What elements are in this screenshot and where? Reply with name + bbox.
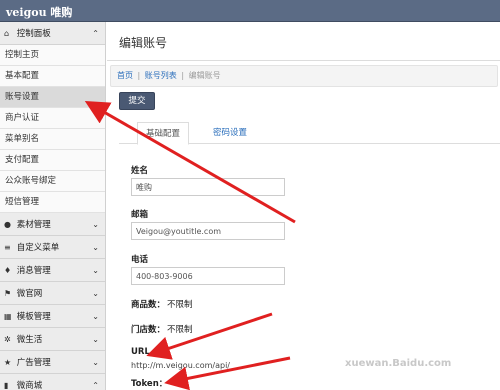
watermark: xuewan.Baidu.com: [345, 358, 452, 369]
sidebar-section-label: 模板管理: [16, 312, 51, 322]
divider: [107, 60, 500, 61]
url-label: URL: [131, 347, 150, 357]
top-bar: veigou 唯购: [0, 0, 500, 22]
sidebar-item-basic-config[interactable]: 基本配置: [0, 66, 105, 87]
sidebar-section-label: 微官网: [16, 289, 43, 299]
sidebar-section-label: 微生活: [16, 335, 43, 345]
submit-button[interactable]: 提交: [119, 92, 155, 110]
token-label: Token：: [131, 379, 168, 389]
sidebar-item-menu-alias[interactable]: 菜单别名: [0, 129, 105, 150]
chevron-up-icon: ⌃: [92, 381, 99, 390]
sidebar-section-micro-life[interactable]: ✲ 微生活 ⌄: [0, 328, 105, 351]
name-field[interactable]: [131, 178, 285, 196]
chevron-down-icon: ⌄: [92, 358, 99, 367]
chevron-up-icon: ⌃: [92, 29, 99, 38]
chevron-down-icon: ⌄: [92, 312, 99, 321]
breadcrumb-current: 编辑账号: [188, 71, 221, 80]
sidebar-item-account-settings[interactable]: 账号设置: [0, 87, 105, 108]
breadcrumb-separator: |: [181, 71, 185, 80]
chart-icon: ▮: [4, 381, 9, 390]
page-title: 编辑账号: [119, 36, 168, 50]
sidebar-section-control-panel[interactable]: ⌂ 控制面板 ⌃: [0, 22, 105, 45]
sidebar-section-label: 广告管理: [16, 358, 51, 368]
sidebar-section-messages[interactable]: ♦ 消息管理 ⌄: [0, 259, 105, 282]
sidebar-section-custom-menu[interactable]: ≡ 自定义菜单 ⌄: [0, 236, 105, 259]
list-icon: ≡: [4, 243, 11, 252]
sidebar-section-micro-site[interactable]: ⚑ 微官网 ⌄: [0, 282, 105, 305]
email-label: 邮箱: [131, 210, 149, 220]
breadcrumb-home-link[interactable]: 首页: [117, 71, 133, 80]
url-value: http://m.veigou.com/api/: [131, 361, 230, 370]
store-count-value: 不限制: [167, 325, 193, 335]
goods-count-row: 商品数： 不限制: [131, 298, 193, 310]
sidebar-section-label: 控制面板: [16, 29, 51, 39]
sidebar-section-materials[interactable]: ● 素材管理 ⌄: [0, 213, 105, 236]
chevron-down-icon: ⌄: [92, 220, 99, 229]
breadcrumb: 首页 | 账号列表 | 编辑账号: [110, 65, 498, 87]
sidebar-section-label: 微商城: [16, 381, 43, 390]
main-content: 编辑账号 首页 | 账号列表 | 编辑账号 提交 基础配置 密码设置 姓名 邮箱…: [107, 22, 500, 390]
sidebar-item-sms-management[interactable]: 短信管理: [0, 192, 105, 213]
sidebar-section-templates[interactable]: ▦ 模板管理 ⌄: [0, 305, 105, 328]
sidebar-section-label: 素材管理: [16, 220, 51, 230]
store-count-label: 门店数：: [131, 325, 166, 335]
tab-password-settings[interactable]: 密码设置: [205, 122, 255, 145]
goods-count-value: 不限制: [167, 300, 193, 310]
comment-icon: ●: [4, 220, 11, 229]
store-count-row: 门店数： 不限制: [131, 323, 193, 335]
chevron-down-icon: ⌄: [92, 289, 99, 298]
sidebar-section-label: 自定义菜单: [16, 243, 60, 253]
sidebar-section-micro-mall[interactable]: ▮ 微商城 ⌃: [0, 374, 105, 390]
phone-field[interactable]: [131, 267, 285, 285]
chevron-down-icon: ⌄: [92, 335, 99, 344]
goods-count-label: 商品数：: [131, 300, 166, 310]
chevron-down-icon: ⌄: [92, 266, 99, 275]
tab-bar: 基础配置 密码设置: [119, 122, 500, 145]
sidebar-item-merchant-auth[interactable]: 商户认证: [0, 108, 105, 129]
sidebar: ⌂ 控制面板 ⌃ 控制主页 基本配置 账号设置 商户认证 菜单别名 支付配置 公…: [0, 22, 106, 390]
tab-basic-config[interactable]: 基础配置: [137, 122, 190, 145]
name-label: 姓名: [131, 166, 149, 176]
sidebar-section-ads[interactable]: ★ 广告管理 ⌄: [0, 351, 105, 374]
sidebar-item-payment-config[interactable]: 支付配置: [0, 150, 105, 171]
sidebar-section-label: 消息管理: [16, 266, 51, 276]
gear-icon: ✲: [4, 335, 11, 344]
sidebar-item-dashboard-home[interactable]: 控制主页: [0, 45, 105, 66]
pin-icon: ♦: [4, 266, 12, 275]
star-icon: ★: [4, 358, 12, 367]
flag-icon: ⚑: [4, 289, 12, 298]
app-title: veigou 唯购: [6, 6, 73, 19]
chevron-down-icon: ⌄: [92, 243, 99, 252]
breadcrumb-separator: |: [137, 71, 141, 80]
home-icon: ⌂: [4, 29, 10, 38]
sidebar-item-public-account-binding[interactable]: 公众账号绑定: [0, 171, 105, 192]
grid-icon: ▦: [4, 312, 12, 321]
phone-label: 电话: [131, 255, 149, 265]
breadcrumb-account-list-link[interactable]: 账号列表: [145, 71, 177, 80]
email-field[interactable]: [131, 222, 285, 240]
